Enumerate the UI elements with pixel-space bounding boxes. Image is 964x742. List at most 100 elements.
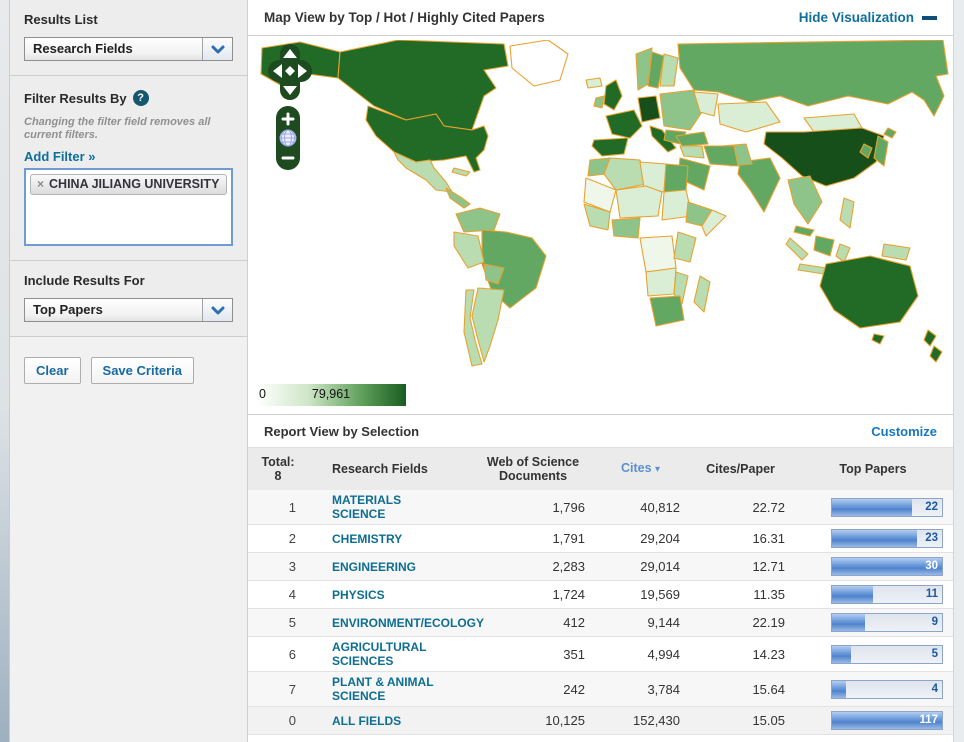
region-central-africa [640, 236, 676, 272]
main-panel: Map View by Top / Hot / Highly Cited Pap… [248, 0, 953, 742]
top-papers-cell: 23 [793, 526, 953, 551]
cites-per-paper-cell: 14.23 [688, 644, 793, 665]
map-title: Map View by Top / Hot / Highly Cited Pap… [264, 10, 545, 25]
hide-visualization-link[interactable]: Hide Visualization [799, 10, 937, 25]
island-new-guinea [882, 244, 910, 260]
top-papers-cell: 11 [793, 582, 953, 607]
results-list-heading: Results List [24, 12, 233, 27]
include-results-select[interactable]: Top Papers [24, 298, 233, 322]
island-hokkaido [884, 128, 896, 138]
help-icon[interactable]: ? [133, 90, 149, 106]
rank-cell: 0 [248, 710, 308, 731]
map-view: 0 79,961 [248, 36, 953, 414]
docs-cell: 1,796 [473, 497, 593, 518]
actions-section: Clear Save Criteria [10, 337, 247, 742]
top-papers-cell: 30 [793, 554, 953, 579]
customize-link[interactable]: Customize [871, 424, 937, 439]
country-nigeria [612, 218, 640, 238]
field-cell: ALL FIELDS [308, 710, 473, 731]
map-legend: 0 79,961 [256, 384, 406, 406]
country-new-zealand-north [924, 330, 936, 346]
include-results-heading: Include Results For [24, 273, 233, 288]
country-iceland [586, 78, 602, 88]
field-link[interactable]: ENGINEERING [332, 560, 416, 574]
region-kenya-tanzania [674, 232, 696, 262]
save-criteria-button[interactable]: Save Criteria [91, 357, 195, 384]
field-link[interactable]: PHYSICS [332, 588, 385, 602]
top-papers-cell: 5 [793, 642, 953, 667]
country-peru [454, 232, 484, 268]
table-row: 7 PLANT & ANIMAL SCIENCE 242 3,784 15.64… [248, 672, 953, 707]
globe-icon [280, 130, 296, 146]
country-egypt [664, 164, 688, 192]
field-cell: MATERIALS SCIENCE [308, 490, 473, 524]
top-papers-bar[interactable]: 9 [831, 613, 943, 632]
top-papers-value: 9 [932, 616, 938, 628]
top-papers-bar[interactable]: 22 [831, 498, 943, 517]
top-papers-bar-fill [832, 530, 917, 547]
cites-cell: 9,144 [593, 612, 688, 633]
field-link[interactable]: MATERIALS SCIENCE [332, 493, 448, 521]
chevron-down-icon[interactable] [202, 299, 232, 321]
country-kazakhstan [718, 102, 780, 132]
top-papers-bar[interactable]: 5 [831, 645, 943, 664]
rank-cell: 4 [248, 584, 308, 605]
country-greenland [510, 40, 568, 86]
country-iraq-syria [680, 146, 704, 158]
cites-cell: 4,994 [593, 644, 688, 665]
clear-button[interactable]: Clear [24, 357, 81, 384]
docs-cell: 351 [473, 644, 593, 665]
results-list-select[interactable]: Research Fields [24, 37, 233, 61]
col-cites-sort[interactable]: Cites ▾ [593, 456, 688, 482]
filter-tag[interactable]: × CHINA JILIANG UNIVERSITY [30, 174, 227, 195]
cites-per-paper-cell: 15.64 [688, 679, 793, 700]
top-papers-cell: 117 [793, 708, 953, 733]
region-niger-chad [616, 186, 662, 218]
map-panel-header: Map View by Top / Hot / Highly Cited Pap… [248, 0, 953, 36]
field-link[interactable]: CHEMISTRY [332, 532, 402, 546]
top-papers-bar[interactable]: 11 [831, 585, 943, 604]
field-cell: PLANT & ANIMAL SCIENCE [308, 672, 473, 706]
table-row: 4 PHYSICS 1,724 19,569 11.35 11 [248, 581, 953, 609]
chevron-down-icon[interactable] [202, 38, 232, 60]
top-papers-value: 11 [926, 588, 938, 600]
top-papers-value: 4 [932, 683, 938, 695]
report-rows: 1 MATERIALS SCIENCE 1,796 40,812 22.72 2… [248, 490, 953, 735]
field-link[interactable]: PLANT & ANIMAL SCIENCE [332, 675, 448, 703]
rank-cell: 5 [248, 612, 308, 633]
cites-cell: 152,430 [593, 710, 688, 731]
col-total: Total: 8 [248, 450, 308, 488]
world-choropleth-map[interactable] [248, 40, 953, 370]
top-papers-bar[interactable]: 23 [831, 529, 943, 548]
map-pan-control[interactable] [268, 44, 312, 102]
results-list-selected-value: Research Fields [25, 38, 202, 60]
remove-filter-icon[interactable]: × [37, 177, 44, 192]
top-papers-cell: 9 [793, 610, 953, 635]
top-papers-bar[interactable]: 30 [831, 557, 943, 576]
country-cuba [452, 168, 470, 176]
results-list-section: Results List Research Fields [10, 0, 247, 76]
region-central-america [446, 188, 470, 208]
top-papers-bar[interactable]: 117 [831, 711, 943, 730]
report-table-header: Total: 8 Research Fields Web of Science … [248, 448, 953, 490]
map-zoom-control[interactable] [276, 106, 300, 170]
rank-cell: 6 [248, 644, 308, 665]
col-cites-per-paper: Cites/Paper [688, 457, 793, 481]
world-map-countries[interactable] [261, 40, 948, 366]
include-results-section: Include Results For Top Papers [10, 261, 247, 337]
top-papers-value: 5 [932, 648, 938, 660]
add-filter-link[interactable]: Add Filter » [24, 149, 96, 164]
field-link[interactable]: AGRICULTURAL SCIENCES [332, 640, 448, 668]
top-papers-bar-fill [832, 614, 865, 631]
top-papers-bar-fill [832, 681, 846, 698]
top-papers-cell: 4 [793, 677, 953, 702]
docs-cell: 10,125 [473, 710, 593, 731]
top-papers-bar[interactable]: 4 [831, 680, 943, 699]
filter-note: Changing the filter field removes all cu… [24, 116, 233, 142]
filter-tag-label: CHINA JILIANG UNIVERSITY [49, 177, 219, 192]
docs-cell: 1,724 [473, 584, 593, 605]
cites-cell: 3,784 [593, 679, 688, 700]
top-papers-value: 23 [925, 532, 938, 544]
field-link[interactable]: ALL FIELDS [332, 714, 401, 728]
field-link[interactable]: ENVIRONMENT/ECOLOGY [332, 616, 448, 630]
